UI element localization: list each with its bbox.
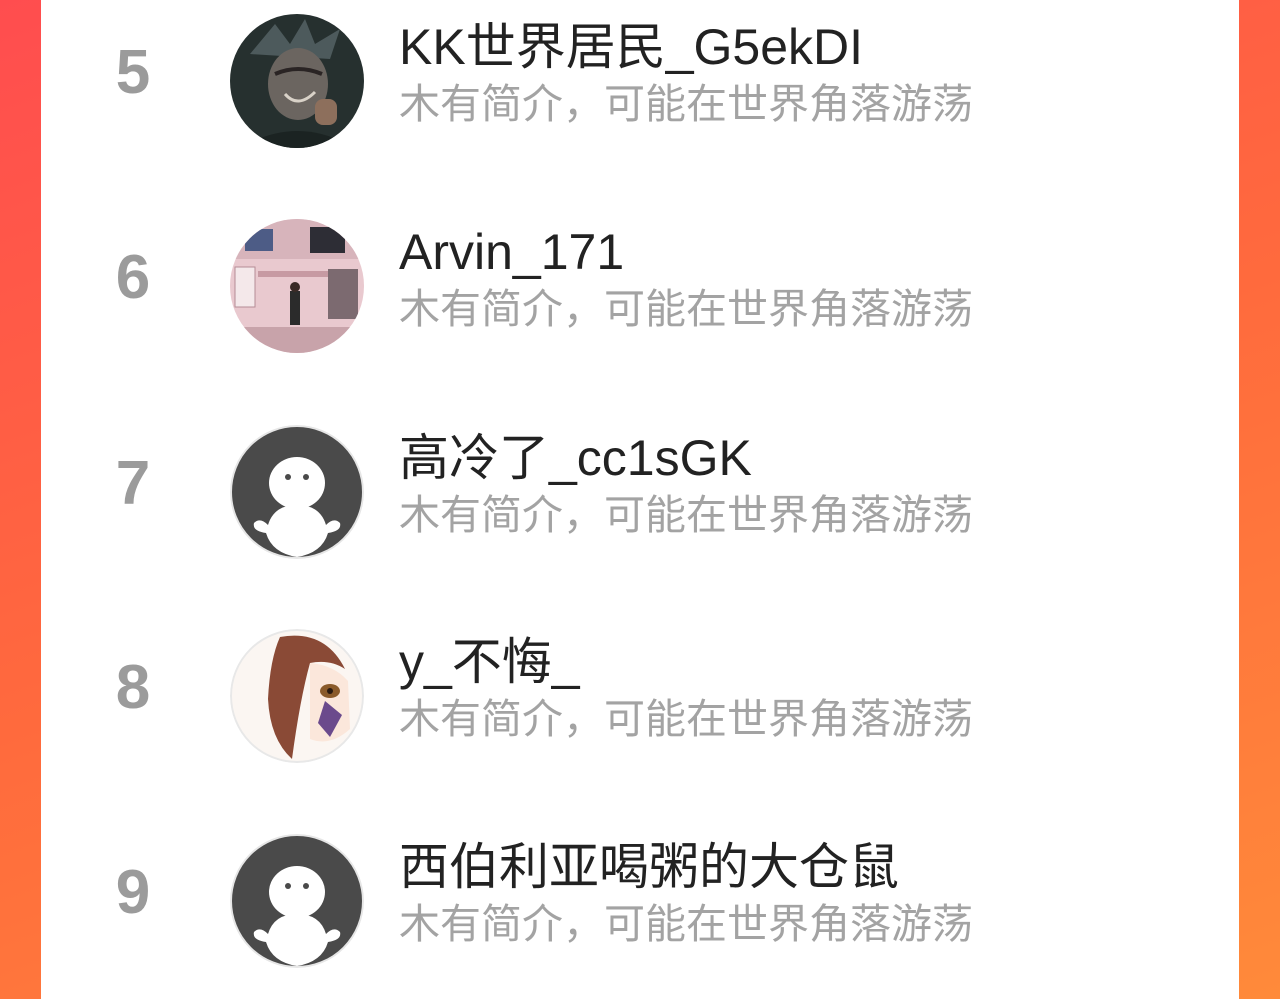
user-bio: 木有简介，可能在世界角落游荡 <box>399 81 973 127</box>
ranking-list-item[interactable]: 7 高冷了_cc1sGK 木有简介，可能在世界角落游荡 <box>41 411 1239 561</box>
username[interactable]: 高冷了_cc1sGK <box>399 431 752 486</box>
user-bio: 木有简介，可能在世界角落游荡 <box>399 901 973 947</box>
rank-number: 7 <box>115 449 151 518</box>
user-bio: 木有简介，可能在世界角落游荡 <box>399 286 973 332</box>
user-photo-dark-character-icon <box>230 14 364 148</box>
avatar[interactable] <box>230 14 364 148</box>
rank-number: 9 <box>115 858 151 927</box>
user-photo-anime-girl-icon <box>230 629 364 763</box>
default-avatar-icon <box>230 425 364 559</box>
default-avatar-icon <box>230 834 364 968</box>
user-bio: 木有简介，可能在世界角落游荡 <box>399 492 973 538</box>
user-photo-street-scene-icon <box>230 219 364 353</box>
avatar[interactable] <box>230 629 364 763</box>
avatar[interactable] <box>230 219 364 353</box>
avatar[interactable] <box>230 425 364 559</box>
username[interactable]: KK世界居民_G5ekDI <box>399 20 863 75</box>
ranking-list-item[interactable]: 8 y_不悔_ 木有简介，可能在世界角落游荡 <box>41 615 1239 765</box>
ranking-list-item[interactable]: 5 KK世界居民_G5ekDI 木有简介，可能在世界角落游荡 <box>41 0 1239 150</box>
rank-number: 6 <box>115 243 151 312</box>
username[interactable]: Arvin_171 <box>399 225 624 280</box>
ranking-list-item[interactable]: 6 Arvin_171 木有简介，可能在世界角落游荡 <box>41 205 1239 355</box>
rank-number: 8 <box>115 653 151 722</box>
ranking-list-item[interactable]: 9 西伯利亚喝粥的大仓鼠 木有简介，可能在世界角落游荡 <box>41 820 1239 970</box>
rank-number: 5 <box>115 38 151 107</box>
ranking-card: 5 KK世界居民_G5ekDI 木有简介，可能在世界角落游荡 6 Arvin_1… <box>41 0 1239 999</box>
username[interactable]: y_不悔_ <box>399 635 580 690</box>
avatar[interactable] <box>230 834 364 968</box>
username[interactable]: 西伯利亚喝粥的大仓鼠 <box>399 840 899 895</box>
user-bio: 木有简介，可能在世界角落游荡 <box>399 696 973 742</box>
